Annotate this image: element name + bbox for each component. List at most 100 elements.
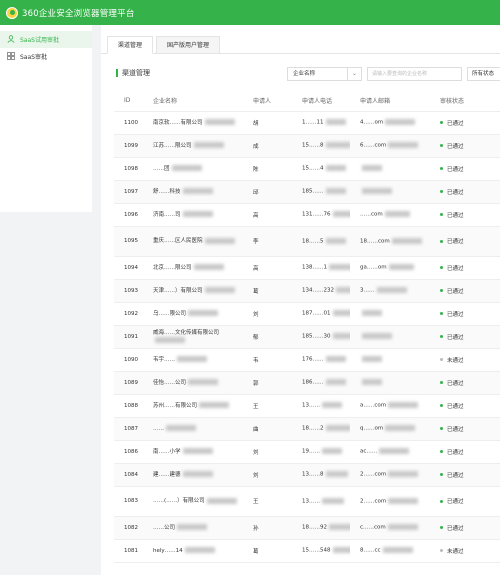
column-header-email[interactable]: 申请人邮箱 (350, 91, 430, 112)
email-cell-text: ……com (360, 211, 383, 218)
table-row[interactable]: 1098 ……团 陈 15……4 已通过 (114, 157, 500, 181)
table-row[interactable]: 1093 天津……）有限公司 葛 134……232 3…… 已通过 (114, 279, 500, 303)
phone-cell-text: 15……8 (302, 142, 324, 149)
company-cell: 南……小学 (143, 440, 243, 464)
applicant-cell: 曲 (243, 417, 292, 441)
column-header-phone[interactable]: 申请人电话 (292, 91, 350, 112)
phone-cell-text: 13…… (302, 402, 320, 409)
email-cell-text: q……om (360, 425, 384, 432)
table-row[interactable]: 1096 济南……司 高 131……76 ……com 已通过 (114, 203, 500, 227)
table-row[interactable]: 1087 …… 曲 18……2 q……om 已通过 (114, 417, 500, 441)
status-dot-icon (440, 190, 443, 193)
table-row[interactable]: 1083 ……(……）有限公司 王 13…… 2……com 已通过 (114, 486, 500, 517)
email-cell: ga……om (350, 256, 430, 280)
phone-cell: 134……232 (292, 279, 350, 303)
redaction-blur (387, 524, 418, 531)
email-cell: q……om (350, 417, 430, 441)
id-cell: 1082 (114, 516, 143, 540)
status-dot-icon (440, 358, 443, 361)
id-cell-text: 1081 (124, 547, 138, 554)
id-cell-text: 1097 (124, 188, 138, 195)
table-row[interactable]: 1088 苏州……有限公司 王 13…… a……com 已通过 (114, 394, 500, 418)
table-row[interactable]: 1089 佳怡……公司 郭 186…… 已通过 (114, 371, 500, 395)
company-cell-text: 北京……限公司 (153, 264, 192, 271)
table-row[interactable]: 1081 hely……14 葛 15……548 8……cc 未通过 (114, 539, 500, 563)
status-cell: 已通过 (430, 226, 500, 257)
email-cell: 18……com (350, 226, 430, 257)
sidebar-item-saas-trial-approval[interactable]: SaaS试用审批 (0, 31, 92, 48)
status-text: 已通过 (447, 426, 464, 433)
table-row[interactable]: 1086 南……小学 刘 19…… ac…… 已通过 (114, 440, 500, 464)
company-cell-text: 舒……科技 (153, 188, 181, 195)
phone-cell: 15……548 (292, 539, 350, 563)
top-bar: 360企业安全浏览器管理平台 (0, 0, 500, 25)
table-row[interactable]: 1092 乌……限公司 刘 187……01 已通过 (114, 302, 500, 326)
company-cell-text: hely……14 (153, 547, 183, 554)
field-select-value: 企业名称 (293, 71, 316, 77)
email-cell-text: ga……om (360, 264, 387, 271)
status-badge: 已通过 (440, 524, 464, 532)
applicant-cell: 胡 (243, 111, 292, 135)
applicant-cell-text: 高 (253, 212, 259, 219)
email-cell (350, 302, 430, 326)
status-cell: 已通过 (430, 111, 500, 135)
status-dot-icon (440, 473, 443, 476)
search-input[interactable]: 请输入要查询的企业名称 (367, 67, 462, 81)
status-cell: 已通过 (430, 463, 500, 487)
phone-cell-text: 13…… (302, 498, 320, 505)
column-header-id[interactable]: ID (114, 91, 143, 112)
column-header-applicant[interactable]: 申请人 (243, 91, 292, 112)
table-row[interactable]: 1084 建……建德 刘 13……8 2……com 已通过 (114, 463, 500, 487)
email-cell-text: 3…… (360, 287, 375, 294)
redaction-blur (325, 119, 346, 126)
table-row[interactable]: 1099 江苏……限公司 成 15……8 6……com 已通过 (114, 134, 500, 158)
company-cell-text: ……公司 (153, 524, 176, 531)
redaction-blur (166, 425, 196, 431)
status-text: 已通过 (447, 525, 464, 532)
redaction-blur (362, 379, 382, 386)
company-cell: 南京软……有限公司 (143, 111, 243, 135)
redaction-blur (382, 547, 413, 554)
redaction-blur (336, 287, 350, 294)
status-text: 已通过 (447, 239, 464, 245)
redaction-blur (325, 471, 348, 478)
applicant-cell-text: 曲 (253, 426, 259, 433)
status-badge: 已通过 (440, 237, 464, 245)
id-cell: 1081 (114, 539, 143, 563)
table-row[interactable]: 1097 舒……科技 邱 185…… 已通过 (114, 180, 500, 204)
company-cell: 北京……限公司 (143, 256, 243, 280)
company-cell: 佳怡……公司 (143, 371, 243, 395)
table-row[interactable]: 1082 ……公司 孙 18……92 c……com 已通过 (114, 516, 500, 540)
redaction-blur (384, 211, 410, 218)
email-cell: ac…… (350, 440, 430, 464)
field-select[interactable]: 企业名称 ⌄ (287, 67, 362, 81)
applicant-cell: 高 (243, 203, 292, 227)
applicant-cell: 王 (243, 486, 292, 517)
table-row[interactable]: 1094 北京……限公司 高 138……1 ga……om 已通过 (114, 256, 500, 280)
company-cell: 江苏……限公司 (143, 134, 243, 158)
table-row[interactable]: 1100 南京软……有限公司 胡 1……11 4……om 已通过 (114, 111, 500, 135)
table-row[interactable]: 1091 威海……文化传媒有限公司郁 185……30 已通过 (114, 325, 500, 349)
status-text: 已通过 (447, 212, 464, 219)
status-text: 已通过 (447, 380, 464, 387)
table-row[interactable]: 1095 重庆……区人民医院 李 18……5 18……com 已通过 (114, 226, 500, 257)
company-cell: 天津……）有限公司 (143, 279, 243, 303)
company-cell: ……(……）有限公司 (143, 486, 243, 517)
tab-channel-management[interactable]: 渠道管理 (107, 36, 154, 54)
status-select[interactable]: 所有状态 (467, 67, 500, 81)
company-cell-text: 南京软……有限公司 (153, 119, 203, 126)
phone-cell-text: 138……1 (302, 264, 327, 271)
phone-cell-text: 15……4 (302, 165, 324, 172)
column-header-company[interactable]: 企业名称 (143, 91, 243, 112)
table-row[interactable]: 1090 韦宇…… 韦 176…… 未通过 (114, 348, 500, 372)
status-cell: 已通过 (430, 157, 500, 181)
email-cell-text: ac…… (360, 448, 378, 455)
phone-cell: 15……8 (292, 134, 350, 158)
id-cell-text: 1088 (124, 402, 138, 409)
applicant-cell: 成 (243, 134, 292, 158)
sidebar-item-saas-approval[interactable]: SaaS审批 (0, 48, 92, 65)
column-header-status[interactable]: 审核状态 (430, 91, 500, 112)
redaction-blur (325, 356, 346, 363)
redaction-blur (388, 497, 419, 504)
tab-domestic-user-management[interactable]: 国产版用户管理 (156, 36, 221, 54)
